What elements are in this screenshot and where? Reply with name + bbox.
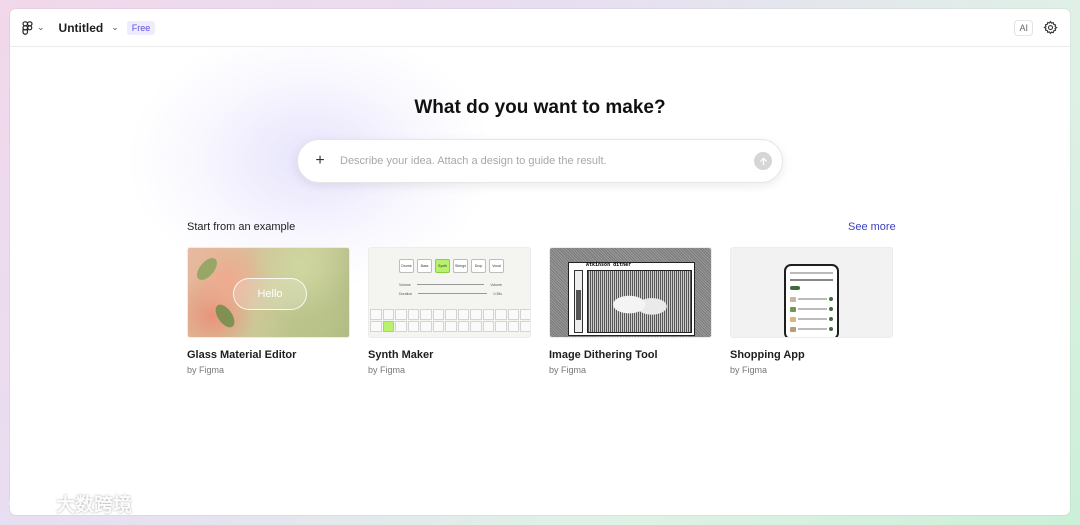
synth-tab: Vocal: [489, 259, 504, 273]
synth-tab: Strings: [453, 259, 468, 273]
step-pad: [407, 321, 419, 332]
phone-product-row: [790, 316, 833, 322]
step-pad: [382, 321, 394, 332]
arrow-up-icon: [759, 156, 767, 165]
step-pad: [470, 321, 482, 332]
examples-label: Start from an example: [187, 221, 296, 233]
slider-value: 0.35s: [493, 291, 502, 296]
step-pad: [395, 321, 407, 332]
synth-slider-row: Volume Volume: [399, 282, 502, 287]
synth-tabs: Drums Bass Synth Strings Drop Vocal: [399, 259, 504, 273]
step-pad: [432, 321, 444, 332]
card-title: Glass Material Editor: [187, 349, 297, 361]
leaf-decoration: [193, 254, 221, 284]
plan-badge[interactable]: Free: [126, 20, 156, 35]
step-pad: [457, 309, 469, 320]
step-pad: [507, 309, 519, 320]
step-pad: [495, 309, 507, 320]
card-author: by Figma: [368, 365, 406, 375]
step-pad: [445, 321, 457, 332]
synth-tab: Bass: [417, 259, 432, 273]
see-more-link[interactable]: See more: [848, 221, 896, 233]
main-menu-button[interactable]: ⌄: [22, 20, 45, 35]
file-title: Untitled: [58, 20, 104, 35]
step-pad: [420, 321, 432, 332]
top-bar: ⌄ Untitled ⌄ Free AI: [10, 9, 1070, 47]
phone-chip: [790, 286, 800, 290]
example-card-shopping-app[interactable]: Shopping App by Figma: [730, 247, 893, 375]
slider-value: Volume: [490, 282, 502, 287]
app-window: ⌄ Untitled ⌄ Free AI What do you want to…: [10, 9, 1070, 515]
card-title: Synth Maker: [368, 349, 434, 361]
dithered-sheep-image: [587, 270, 692, 333]
card-author: by Figma: [187, 365, 225, 375]
dither-title: Atkinson dither: [586, 262, 632, 268]
step-pad: [470, 309, 482, 320]
slider-label: Volume: [399, 282, 411, 287]
example-thumbnail: Drums Bass Synth Strings Drop Vocal Volu…: [368, 247, 531, 338]
synth-tab: Drums: [399, 259, 414, 273]
slider-label: Duration: [399, 291, 413, 296]
page-heading: What do you want to make?: [414, 97, 666, 118]
watermark-text: 大数跨境: [56, 495, 133, 516]
phone-header: [790, 270, 833, 276]
step-pad: [382, 309, 394, 320]
watermark-logo-icon: [9, 495, 40, 513]
example-thumbnail: Hello: [187, 247, 350, 338]
phone-product-row: [790, 296, 833, 302]
step-pad: [507, 321, 519, 332]
prompt-input[interactable]: [340, 155, 754, 167]
step-pad: [420, 309, 432, 320]
watermark: 大数跨境: [8, 490, 132, 517]
step-pad: [482, 309, 494, 320]
card-title: Image Dithering Tool: [549, 349, 658, 361]
leaf-decoration: [211, 301, 239, 331]
top-right-controls: AI: [1014, 19, 1058, 36]
slider-track: [418, 293, 488, 294]
step-pad: [370, 309, 382, 320]
example-card-glass-material-editor[interactable]: Hello Glass Material Editor by Figma: [187, 247, 350, 375]
thumb-text: Hello: [257, 288, 283, 300]
example-cards: Hello Glass Material Editor by Figma Dru…: [187, 247, 893, 375]
synth-slider-row: Duration 0.35s: [399, 291, 502, 296]
card-title: Shopping App: [730, 349, 805, 361]
step-pad: [520, 321, 530, 332]
gear-icon[interactable]: [1043, 20, 1058, 35]
step-pad: [445, 309, 457, 320]
send-button[interactable]: [754, 152, 772, 170]
example-card-synth-maker[interactable]: Drums Bass Synth Strings Drop Vocal Volu…: [368, 247, 531, 375]
phone-mockup: [784, 264, 839, 337]
step-pad: [370, 321, 382, 332]
plus-icon[interactable]: +: [310, 151, 330, 171]
phone-product-row: [790, 326, 833, 332]
figma-logo-icon: [22, 20, 34, 35]
chevron-down-icon: ⌄: [37, 22, 45, 32]
step-pad: [432, 309, 444, 320]
card-author: by Figma: [730, 365, 768, 375]
ai-button[interactable]: AI: [1014, 19, 1033, 36]
card-author: by Figma: [549, 365, 587, 375]
step-pad: [482, 321, 494, 332]
phone-product-row: [790, 306, 833, 312]
step-pad: [520, 309, 530, 320]
synth-tab: Drop: [471, 259, 486, 273]
chevron-down-icon: ⌄: [111, 22, 119, 32]
step-pad: [395, 309, 407, 320]
prompt-box: +: [297, 139, 783, 183]
example-thumbnail: [730, 247, 893, 338]
phone-subheader: [790, 277, 833, 283]
file-title-dropdown[interactable]: Untitled ⌄: [59, 21, 119, 35]
example-thumbnail: Atkinson dither: [549, 247, 712, 338]
step-pad: [495, 321, 507, 332]
example-card-image-dithering-tool[interactable]: Atkinson dither Image Dithering Tool by …: [549, 247, 712, 375]
step-pad: [457, 321, 469, 332]
dither-slider: [574, 270, 583, 333]
step-pad: [407, 309, 419, 320]
synth-tab-active: Synth: [435, 259, 450, 273]
step-pad-grid: [369, 309, 530, 332]
glass-pill: Hello: [233, 278, 307, 310]
slider-track: [416, 284, 485, 285]
